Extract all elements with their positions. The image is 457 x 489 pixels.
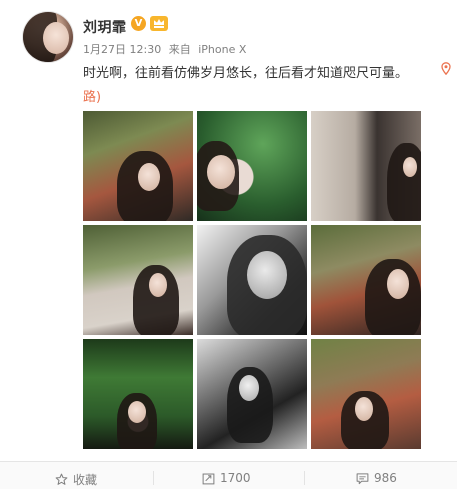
repost-icon (202, 473, 215, 484)
photo-3[interactable] (311, 111, 421, 221)
photo-face (247, 251, 287, 299)
action-separator (153, 471, 154, 485)
photo-face (207, 155, 235, 189)
verified-badge-icon: V (131, 16, 146, 31)
action-separator (304, 471, 305, 485)
source-prefix: 来自 (168, 43, 191, 56)
post-meta: 1月27日 12:30 来自 iPhone X (83, 41, 250, 57)
photo-4[interactable] (83, 225, 193, 335)
photo-face (128, 401, 146, 423)
comment-count: 986 (374, 471, 397, 485)
photo-face (387, 269, 409, 299)
favorite-button[interactable]: 收藏 (55, 471, 97, 488)
location-link[interactable]: 路) (83, 86, 101, 105)
photo-face (239, 375, 259, 401)
photo-9[interactable] (311, 339, 421, 449)
photo-6[interactable] (311, 225, 421, 335)
repost-count: 1700 (220, 471, 251, 485)
comment-button[interactable]: 986 (356, 471, 397, 485)
photo-5[interactable] (197, 225, 307, 335)
post-text: 时光啊，往前看仿佛岁月悠长，往后看才知道咫尺可量。 (83, 66, 409, 81)
photo-2[interactable] (197, 111, 307, 221)
photo-face (355, 397, 373, 421)
weibo-post-card: 刘玥霏 V 1月27日 12:30 来自 iPhone X 时光啊，往前看仿佛岁… (0, 0, 457, 489)
avatar-face-shape (43, 22, 69, 54)
action-bar: 收藏 1700 986 (0, 462, 457, 489)
author-name[interactable]: 刘玥霏 (83, 17, 127, 37)
photo-grid (83, 111, 421, 451)
photo-7[interactable] (83, 339, 193, 449)
photo-figure (387, 143, 421, 221)
comment-icon (356, 472, 369, 484)
post-time[interactable]: 1月27日 12:30 (83, 43, 161, 56)
photo-8[interactable] (197, 339, 307, 449)
author-avatar[interactable] (23, 12, 73, 62)
post-source: iPhone X (198, 43, 247, 56)
location-icon[interactable] (441, 62, 451, 75)
photo-face (403, 157, 417, 177)
photo-1[interactable] (83, 111, 193, 221)
photo-face (149, 273, 167, 297)
member-crown-icon[interactable] (150, 16, 168, 31)
repost-button[interactable]: 1700 (202, 471, 251, 485)
favorite-label: 收藏 (73, 473, 98, 487)
photo-face (138, 163, 160, 191)
star-icon (55, 473, 68, 485)
